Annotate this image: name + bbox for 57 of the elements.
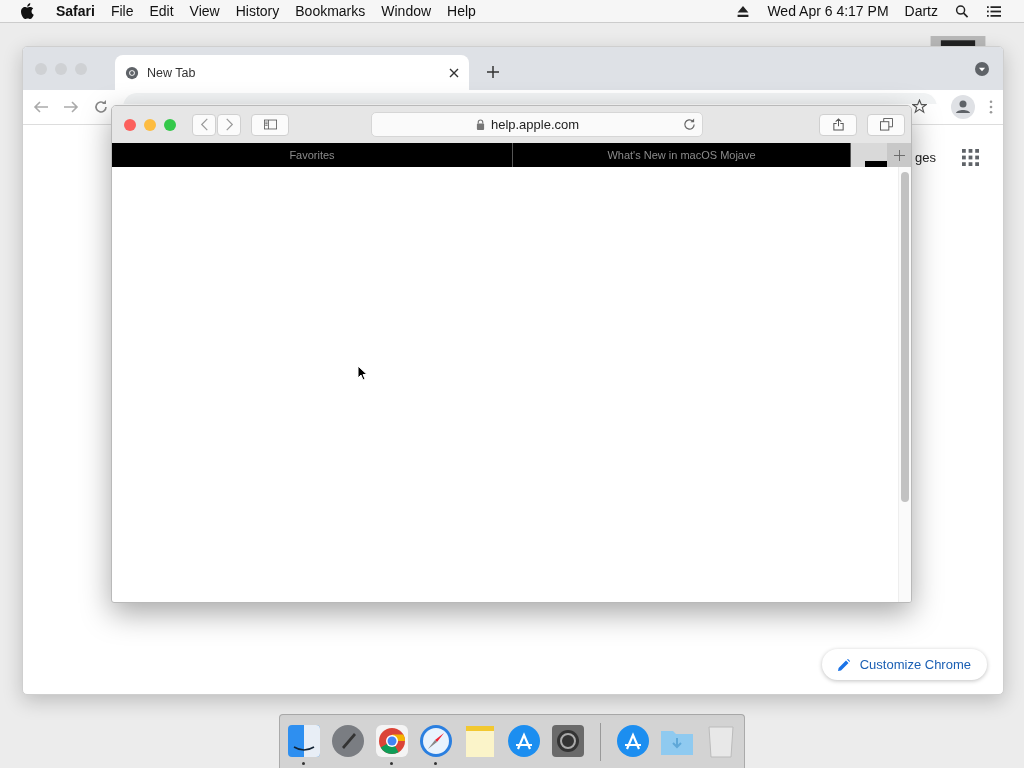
reload-icon[interactable] [683, 118, 696, 131]
menu-item[interactable]: Help [439, 3, 484, 19]
plus-icon [893, 149, 905, 161]
back-button[interactable] [192, 113, 216, 136]
clock[interactable]: Wed Apr 6 4:17 PM [759, 3, 897, 19]
search-icon[interactable] [955, 4, 969, 18]
apple-icon[interactable] [20, 3, 34, 19]
eject-icon[interactable] [736, 4, 751, 18]
chrome-logo-icon [125, 65, 139, 80]
search-field[interactable] [123, 93, 937, 104]
back-icon[interactable] [33, 99, 49, 115]
safari-tab[interactable]: Favorites [112, 143, 513, 167]
more-icon[interactable] [989, 100, 993, 114]
lock-icon [475, 119, 485, 130]
forward-button[interactable] [217, 113, 241, 136]
menu-item[interactable]: Window [373, 3, 440, 19]
menu-item[interactable]: Edit [141, 3, 182, 19]
sidebar-icon [263, 118, 277, 131]
forward-icon[interactable] [63, 99, 79, 115]
profile-icon[interactable] [951, 95, 975, 119]
menu-item[interactable]: History [227, 3, 288, 19]
running-indicator [302, 762, 305, 765]
share-button[interactable] [819, 113, 857, 136]
tab-sliver [865, 161, 887, 167]
reload-icon[interactable] [93, 99, 109, 115]
menu-item[interactable]: File [102, 3, 142, 19]
sidebar-button[interactable] [251, 113, 289, 136]
tabs-button[interactable] [867, 113, 905, 136]
smiling-face-app-icon[interactable] [285, 723, 322, 759]
customize-chrome-button[interactable]: Customize Chrome [821, 649, 987, 680]
scroll-thumb[interactable] [901, 172, 909, 502]
browser-tab[interactable]: New Tab [115, 55, 469, 90]
address-field[interactable]: help.apple.com [371, 112, 703, 137]
close-button[interactable] [124, 118, 136, 131]
images-link[interactable]: ges [915, 150, 936, 165]
apps-grid-icon[interactable] [962, 149, 979, 166]
star-icon[interactable] [912, 99, 927, 114]
app-menu[interactable]: Safari [48, 3, 103, 19]
menu-item[interactable]: View [181, 3, 228, 19]
share-icon [831, 118, 845, 131]
add-tab-button[interactable] [887, 143, 911, 167]
app-store-icon[interactable] [614, 723, 651, 759]
new-tab-icon[interactable] [487, 66, 499, 78]
user-name[interactable]: Dartz [896, 3, 946, 19]
tabs-icon [879, 118, 893, 131]
running-indicator [434, 762, 437, 765]
dropdown-icon[interactable] [975, 61, 989, 76]
menu-item[interactable]: Bookmarks [287, 3, 374, 19]
chrome-icon[interactable] [373, 723, 410, 759]
app-store-icon[interactable] [505, 723, 542, 759]
cursor-icon [357, 365, 367, 381]
close-icon[interactable] [449, 67, 459, 78]
running-indicator [390, 762, 393, 765]
list-icon[interactable] [987, 4, 1001, 18]
compass-icon[interactable] [417, 723, 454, 759]
gear-icon[interactable] [549, 723, 586, 759]
pencil-icon [837, 658, 850, 671]
